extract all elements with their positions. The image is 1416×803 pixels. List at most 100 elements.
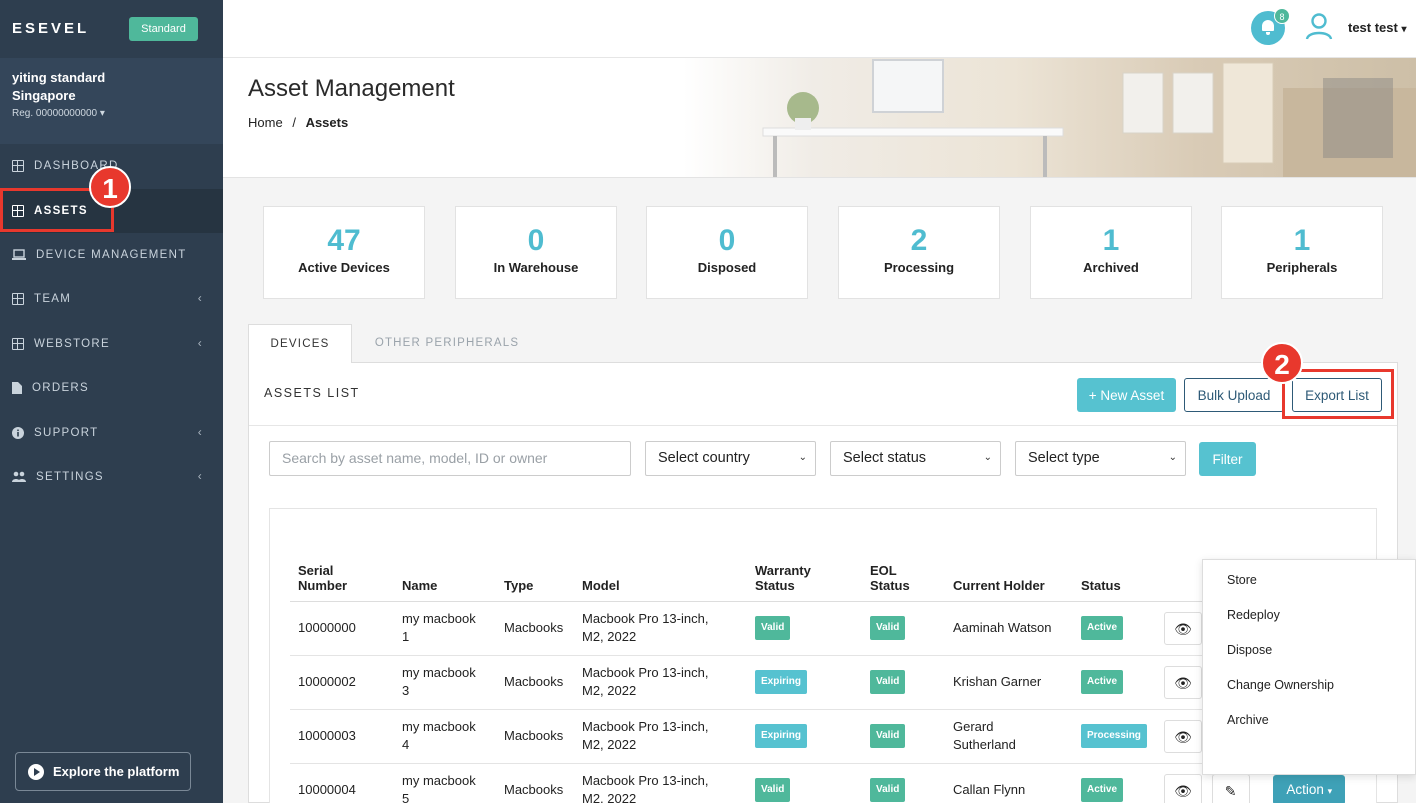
- action-dropdown-button[interactable]: Action ▾: [1273, 775, 1346, 803]
- chevron-left-icon: ‹: [197, 469, 203, 483]
- org-reg: Reg. 00000000000 ▾: [12, 108, 105, 119]
- org-name: yiting standard: [12, 70, 106, 85]
- bulk-upload-button[interactable]: Bulk Upload: [1184, 378, 1284, 412]
- sidebar-item-label: DEVICE MANAGEMENT: [36, 249, 187, 261]
- user-avatar-icon[interactable]: [1305, 12, 1333, 40]
- tab-other-peripherals[interactable]: OTHER PERIPHERALS: [352, 324, 542, 362]
- explore-platform-button[interactable]: Explore the platform: [15, 752, 191, 791]
- sidebar-item-team[interactable]: TEAM ‹: [0, 277, 223, 321]
- breadcrumb-separator: /: [292, 115, 296, 130]
- play-icon: [28, 763, 44, 780]
- tab-devices[interactable]: DEVICES: [248, 324, 352, 363]
- chevron-down-icon: ⌄: [1168, 452, 1177, 463]
- stat-card-archived: 1 Archived: [1030, 206, 1192, 299]
- filter-button[interactable]: Filter: [1199, 442, 1256, 476]
- search-input[interactable]: Search by asset name, model, ID or owner: [269, 441, 631, 476]
- stat-value: 2: [910, 224, 928, 257]
- notification-count-badge: 8: [1274, 8, 1290, 24]
- caret-down-icon: ▾: [1327, 786, 1333, 796]
- chevron-left-icon: ‹: [197, 291, 203, 305]
- stat-label: Active Devices: [298, 260, 390, 275]
- type-select[interactable]: Select type ⌄: [1015, 441, 1186, 476]
- sidebar-item-support[interactable]: SUPPORT ‹: [0, 411, 223, 455]
- caret-down-icon: ▾: [99, 108, 105, 119]
- user-menu[interactable]: test test ▾: [1348, 20, 1407, 35]
- stat-value: 1: [1293, 224, 1311, 257]
- sidebar-item-device-management[interactable]: DEVICE MANAGEMENT: [0, 233, 223, 277]
- menu-item-archive[interactable]: Archive: [1203, 703, 1415, 738]
- stat-label: In Warehouse: [493, 260, 579, 275]
- chevron-left-icon: ‹: [197, 336, 203, 350]
- chevron-left-icon: ‹: [197, 425, 203, 439]
- sidebar-item-label: SUPPORT: [34, 427, 99, 439]
- edit-pencil-icon[interactable]: ✎: [1211, 773, 1250, 803]
- org-switcher[interactable]: yiting standard Singapore Reg. 000000000…: [0, 58, 223, 144]
- sidebar-item-label: SETTINGS: [36, 471, 104, 483]
- menu-item-dispose[interactable]: Dispose: [1203, 633, 1415, 668]
- sidebar-item-orders[interactable]: ORDERS: [0, 366, 223, 410]
- view-eye-icon[interactable]: 👁: [1164, 719, 1202, 753]
- grid-icon: [12, 160, 24, 172]
- eol-badge: Valid: [870, 616, 906, 640]
- status-badge: Active: [1081, 670, 1124, 694]
- stat-card-disposed: 0 Disposed: [646, 206, 808, 299]
- stat-value: 1: [1102, 224, 1120, 257]
- stat-label: Archived: [1083, 260, 1139, 275]
- org-country: Singapore: [12, 88, 76, 103]
- sidebar-item-settings[interactable]: SETTINGS ‹: [0, 455, 223, 499]
- warranty-badge: Expiring: [755, 724, 808, 748]
- page-header: Asset Management Home / Assets: [223, 58, 1416, 178]
- assets-list-title: ASSETS LIST: [264, 386, 360, 400]
- eol-badge: Valid: [870, 778, 906, 802]
- status-badge: Active: [1081, 616, 1124, 640]
- sidebar-item-label: TEAM: [34, 293, 72, 305]
- plan-badge: Standard: [129, 17, 198, 41]
- menu-item-redeploy[interactable]: Redeploy: [1203, 598, 1415, 633]
- view-eye-icon[interactable]: 👁: [1164, 611, 1202, 645]
- view-eye-icon[interactable]: 👁: [1164, 665, 1202, 699]
- users-gear-icon: [12, 471, 26, 482]
- annotation-highlight-export: [1282, 369, 1394, 419]
- warranty-badge: Valid: [755, 778, 791, 802]
- sidebar: ESEVEL Standard yiting standard Singapor…: [0, 0, 223, 803]
- topbar: [223, 0, 1416, 58]
- status-badge: Active: [1081, 778, 1124, 802]
- caret-down-icon: ▾: [1401, 24, 1407, 35]
- stat-value: 0: [527, 224, 545, 257]
- sidebar-item-label: ORDERS: [32, 382, 90, 394]
- page-title: Asset Management: [248, 75, 455, 102]
- breadcrumb-current: Assets: [305, 115, 349, 130]
- country-select[interactable]: Select country ⌄: [645, 441, 816, 476]
- stat-card-active-devices: 47 Active Devices: [263, 206, 425, 299]
- stat-label: Peripherals: [1266, 260, 1338, 275]
- stat-card-in-warehouse: 0 In Warehouse: [455, 206, 617, 299]
- stat-value: 0: [718, 224, 736, 257]
- breadcrumb-home[interactable]: Home: [248, 115, 283, 130]
- stat-value: 47: [327, 224, 361, 257]
- menu-item-store[interactable]: Store: [1203, 563, 1415, 598]
- warranty-badge: Expiring: [755, 670, 808, 694]
- sidebar-item-webstore[interactable]: WEBSTORE ‹: [0, 322, 223, 366]
- grid-icon: [12, 338, 24, 350]
- chevron-down-icon: ⌄: [798, 452, 807, 463]
- breadcrumb: Home / Assets: [248, 115, 348, 130]
- menu-item-change-ownership[interactable]: Change Ownership: [1203, 668, 1415, 703]
- header-office-image: [683, 58, 1416, 177]
- stat-card-peripherals: 1 Peripherals: [1221, 206, 1383, 299]
- stat-card-processing: 2 Processing: [838, 206, 1000, 299]
- info-icon: [12, 427, 24, 439]
- chevron-down-icon: ⌄: [983, 452, 992, 463]
- file-icon: [12, 382, 22, 394]
- stat-label: Processing: [883, 260, 955, 275]
- status-badge: Processing: [1081, 724, 1147, 748]
- divider: [249, 425, 1397, 426]
- action-menu: Store Redeploy Dispose Change Ownership …: [1202, 559, 1416, 775]
- laptop-icon: [12, 249, 26, 260]
- stat-label: Disposed: [697, 260, 757, 275]
- view-eye-icon[interactable]: 👁: [1164, 773, 1202, 803]
- new-asset-button[interactable]: + New Asset: [1077, 378, 1176, 412]
- brand-logo[interactable]: ESEVEL: [12, 20, 89, 37]
- status-select[interactable]: Select status ⌄: [830, 441, 1001, 476]
- warranty-badge: Valid: [755, 616, 791, 640]
- eol-badge: Valid: [870, 670, 906, 694]
